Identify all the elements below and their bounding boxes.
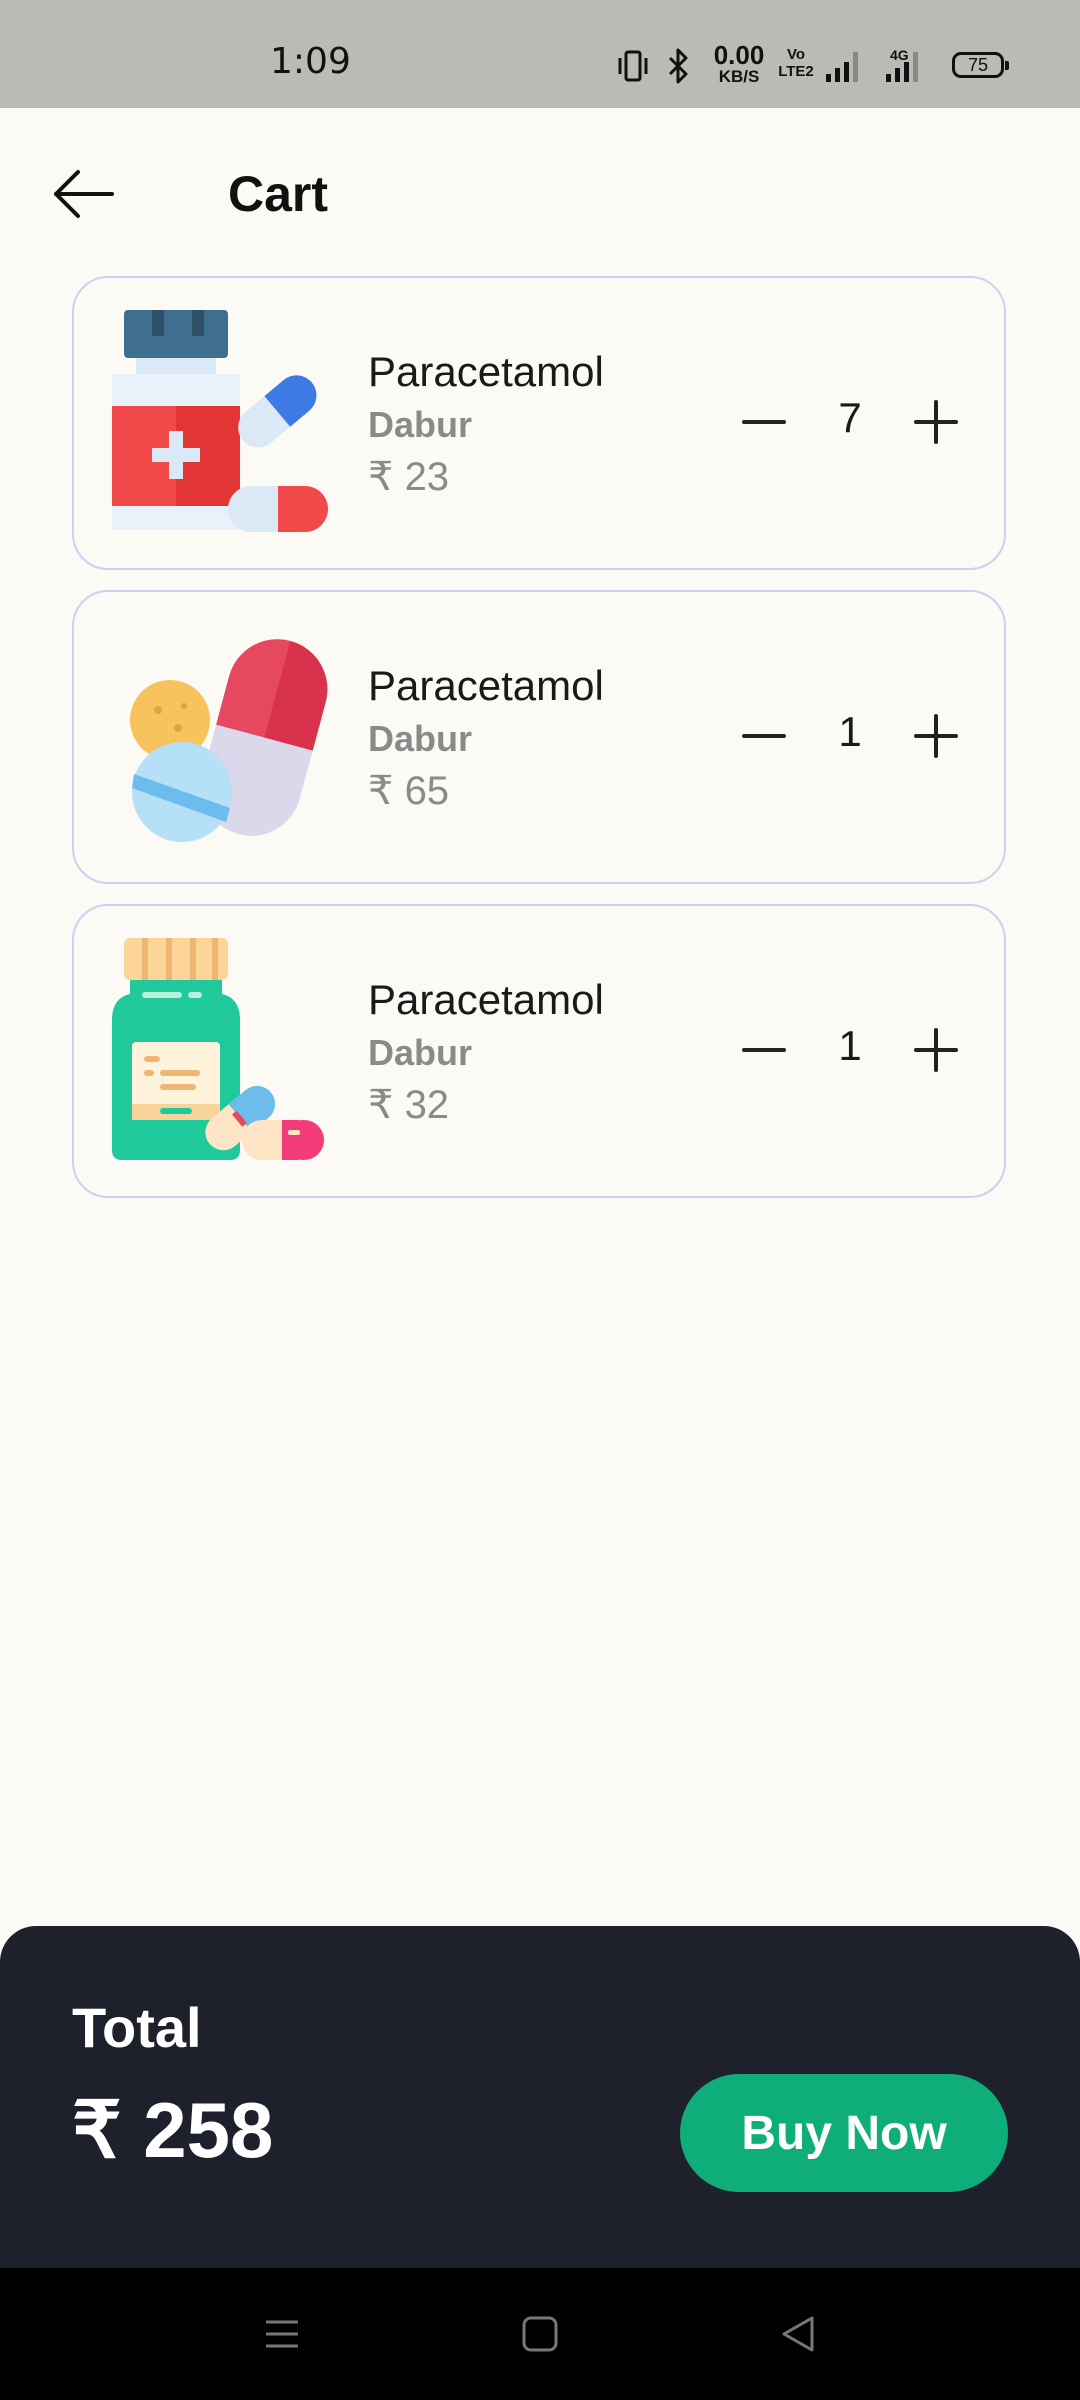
status-bar: 1:09 0.00 KB/S Vo LTE2 4G 75 — [0, 0, 1080, 108]
medicine-bottle-pills-icon — [112, 310, 328, 532]
item-price: ₹ 65 — [368, 769, 450, 813]
quantity-value: 1 — [838, 1022, 862, 1069]
volte-indicator: Vo LTE2 — [778, 46, 814, 80]
menu-icon[interactable] — [260, 2312, 304, 2356]
item-brand: Dabur — [368, 404, 473, 445]
signal-4g-icon: 4G — [886, 47, 918, 82]
item-name: Paracetamol — [368, 976, 604, 1023]
quantity-value: 1 — [838, 708, 862, 755]
page-title: Cart — [228, 166, 329, 222]
navigation-bar — [0, 2268, 1080, 2400]
item-price: ₹ 32 — [368, 1083, 450, 1127]
minus-icon[interactable] — [740, 1026, 788, 1074]
item-brand: Dabur — [368, 718, 473, 759]
vibrate-icon — [618, 50, 648, 82]
checkout-panel: Total ₹ 258 Buy Now — [0, 1926, 1080, 2268]
battery-icon: 75 — [952, 52, 1009, 78]
plus-icon[interactable] — [912, 1026, 960, 1074]
status-icons: 0.00 KB/S Vo LTE2 4G 75 — [616, 42, 1012, 86]
item-name: Paracetamol — [368, 662, 604, 709]
quantity-value: 7 — [838, 394, 862, 441]
cart-item: Paracetamol Dabur ₹ 32 1 — [72, 904, 1006, 1198]
back-arrow-icon[interactable] — [52, 168, 116, 220]
item-name: Paracetamol — [368, 348, 604, 395]
total-label: Total — [72, 1996, 202, 2059]
network-type: 4G — [890, 47, 909, 63]
plus-icon[interactable] — [912, 712, 960, 760]
item-brand: Dabur — [368, 1032, 473, 1073]
total-amount: ₹ 258 — [72, 2086, 274, 2174]
status-time: 1:09 — [270, 41, 351, 82]
cart-item: Paracetamol Dabur ₹ 23 7 — [72, 276, 1006, 570]
bluetooth-icon — [668, 48, 688, 84]
back-icon[interactable] — [776, 2312, 820, 2356]
cart-item: Paracetamol Dabur ₹ 65 1 — [72, 590, 1006, 884]
home-icon[interactable] — [518, 2312, 562, 2356]
signal-icon — [826, 52, 858, 82]
buy-now-button[interactable]: Buy Now — [680, 2074, 1008, 2192]
plus-icon[interactable] — [912, 398, 960, 446]
capsule-tablets-icon — [130, 639, 328, 842]
item-price: ₹ 23 — [368, 455, 450, 499]
minus-icon[interactable] — [740, 398, 788, 446]
minus-icon[interactable] — [740, 712, 788, 760]
syrup-jar-pills-icon — [112, 938, 324, 1160]
network-speed: 0.00 KB/S — [713, 40, 765, 86]
